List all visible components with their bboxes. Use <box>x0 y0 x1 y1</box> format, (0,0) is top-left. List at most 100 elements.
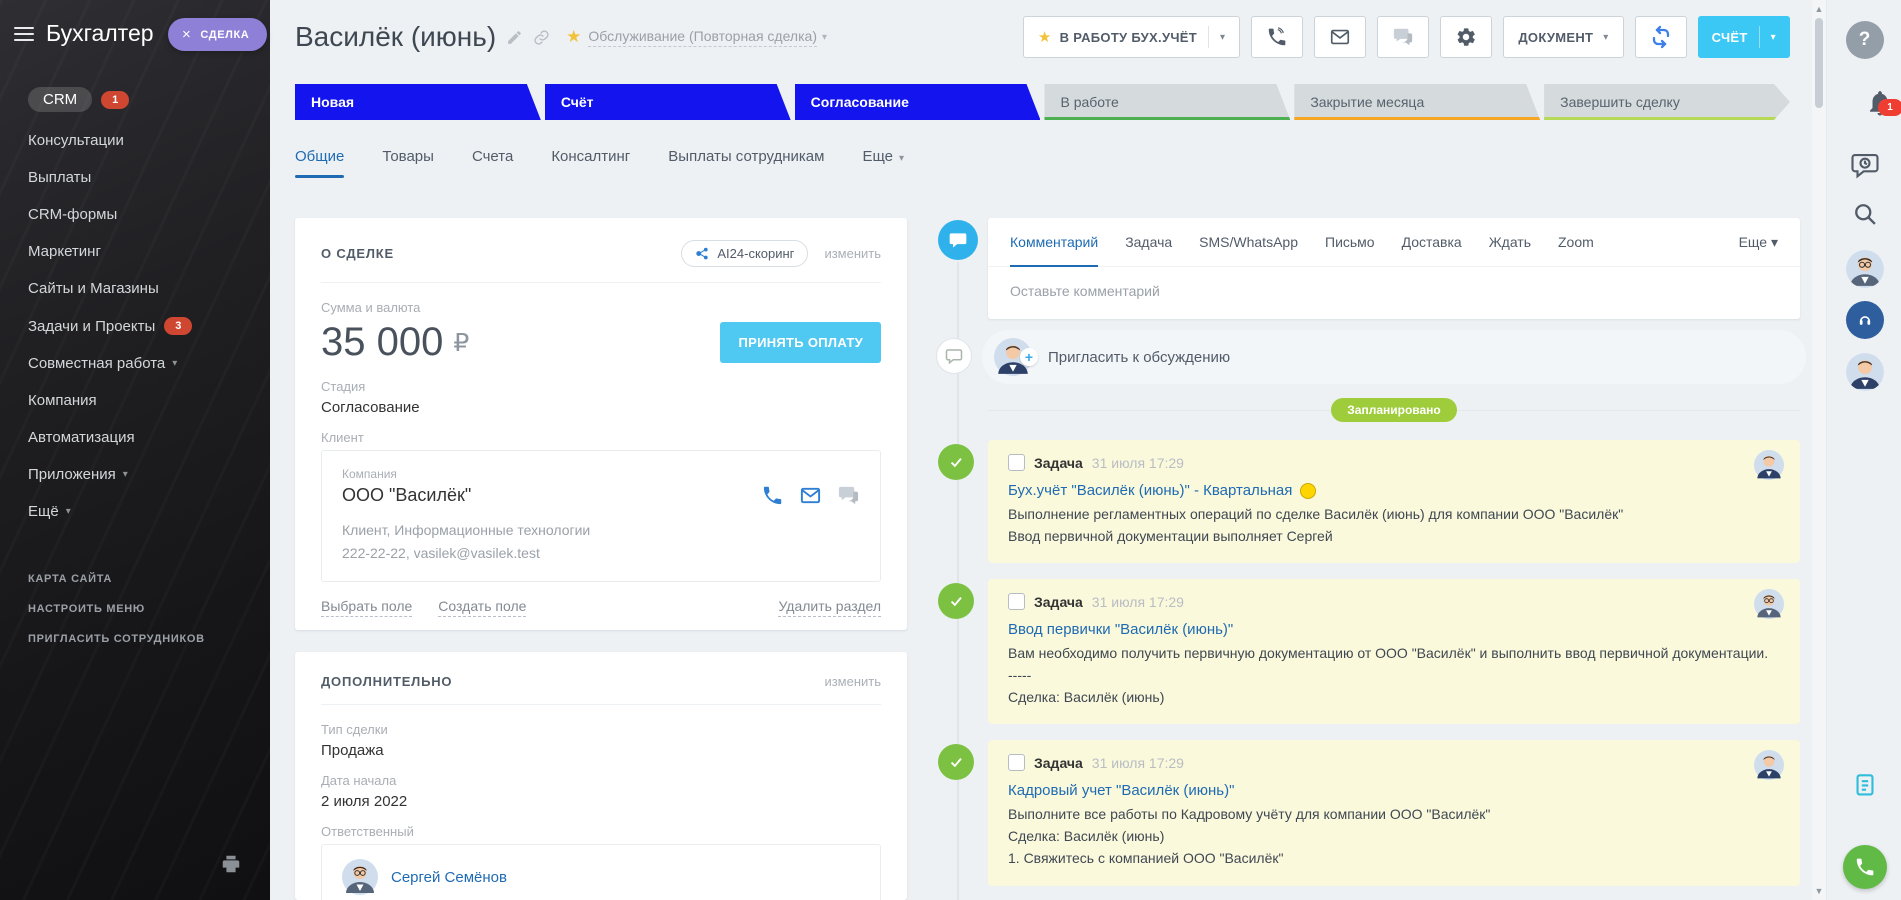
edit-title-icon[interactable] <box>506 29 523 46</box>
sidebar-item-10[interactable]: Автоматизация <box>0 419 270 456</box>
choose-field-link[interactable]: Выбрать поле <box>321 598 412 617</box>
tab-Общие[interactable]: Общие <box>295 148 344 178</box>
stage-3[interactable]: Согласование <box>795 84 1041 120</box>
avatar[interactable] <box>1754 750 1784 785</box>
sidebar-item-3[interactable]: Выплаты <box>0 159 270 196</box>
client-email-icon[interactable] <box>799 484 822 507</box>
sidebar-footer-link-2[interactable]: НАСТРОИТЬ МЕНЮ <box>0 594 270 624</box>
chat-button[interactable] <box>1377 16 1429 58</box>
task-checkbox[interactable] <box>1008 754 1025 771</box>
invite-discussion[interactable]: + Пригласить к обсуждению <box>982 330 1806 384</box>
task-checkbox[interactable] <box>1008 454 1025 471</box>
stage-1[interactable]: Новая <box>295 84 541 120</box>
primary-stage-button[interactable]: ★ В РАБОТУ БУХ.УЧЁТ ▾ <box>1023 16 1240 58</box>
chat-history-button[interactable] <box>1850 150 1880 185</box>
sidebar-item-11[interactable]: Приложения▾ <box>0 456 270 493</box>
tab-more[interactable]: Еще▾ <box>862 148 904 178</box>
settings-button[interactable] <box>1440 16 1492 58</box>
sidebar-item-2[interactable]: Консультации <box>0 122 270 159</box>
create-field-link[interactable]: Создать поле <box>438 598 526 617</box>
tasks-widget-button[interactable] <box>1849 771 1881 808</box>
task-title-link[interactable]: Ввод первички "Василёк (июнь)" <box>1008 621 1780 638</box>
sidebar-item-label: CRM <box>28 87 92 112</box>
company-name[interactable]: ООО "Василёк" <box>342 485 471 506</box>
stage-4[interactable]: В работе <box>1044 84 1290 120</box>
timeline-tab-Письмо[interactable]: Письмо <box>1325 218 1375 266</box>
deal-category[interactable]: Обслуживание (Повторная сделка) <box>588 28 817 47</box>
ai-scoring-chip[interactable]: AI24-скоринг <box>681 240 808 267</box>
sidebar-item-1[interactable]: CRM1 <box>0 77 270 122</box>
task-description-line: Выполните все работы по Кадровому учёту … <box>1008 804 1780 826</box>
client-contacts[interactable]: 222-22-22, vasilek@vasilek.test <box>342 542 860 565</box>
help-button[interactable]: ? <box>1846 21 1884 59</box>
stage-2[interactable]: Счёт <box>545 84 791 120</box>
timeline-tab-Zoom[interactable]: Zoom <box>1558 218 1594 266</box>
avatar[interactable] <box>1846 250 1884 288</box>
chevron-down-icon[interactable]: ▾ <box>1220 32 1225 43</box>
accept-payment-button[interactable]: ПРИНЯТЬ ОПЛАТУ <box>720 322 881 363</box>
responsible-label: Ответственный <box>321 824 881 839</box>
client-chat-icon[interactable] <box>837 484 860 507</box>
app-logo[interactable]: Бухгалтер <box>46 20 154 47</box>
tab-Товары[interactable]: Товары <box>382 148 434 178</box>
stage-6[interactable]: Завершить сделку <box>1544 84 1790 120</box>
timeline-tab-SMS/WhatsApp[interactable]: SMS/WhatsApp <box>1199 218 1298 266</box>
support-avatar[interactable] <box>1846 301 1884 339</box>
sidebar-item-8[interactable]: Совместная работа▾ <box>0 345 270 382</box>
comment-input[interactable]: Оставьте комментарий <box>988 267 1800 319</box>
tab-Счета[interactable]: Счета <box>472 148 513 178</box>
timeline-tab-Комментарий[interactable]: Комментарий <box>1010 218 1098 266</box>
category-star-icon[interactable]: ★ <box>566 27 581 47</box>
delete-section-link[interactable]: Удалить раздел <box>778 598 881 617</box>
task-checkbox[interactable] <box>1008 593 1025 610</box>
call-button[interactable] <box>1251 16 1303 58</box>
stage-5[interactable]: Закрытие месяца <box>1294 84 1540 120</box>
avatar[interactable] <box>1754 589 1784 624</box>
invoice-button[interactable]: СЧЁТ ▾ <box>1698 16 1790 58</box>
header-actions: ★ В РАБОТУ БУХ.УЧЁТ ▾ ДОКУМЕНТ ▾ <box>1023 16 1790 58</box>
deal-amount[interactable]: 35 000 <box>321 320 443 365</box>
timeline-tab-Ждать[interactable]: Ждать <box>1489 218 1531 266</box>
chevron-down-icon[interactable]: ▾ <box>1771 32 1776 43</box>
tab-Выплаты сотрудникам[interactable]: Выплаты сотрудникам <box>668 148 824 178</box>
document-button[interactable]: ДОКУМЕНТ ▾ <box>1503 16 1623 58</box>
sidebar-footer-link-1[interactable]: КАРТА САЙТА <box>0 564 270 594</box>
deal-chip[interactable]: × СДЕЛКА <box>168 18 267 51</box>
scroll-up-icon[interactable]: ▲ <box>1812 4 1826 14</box>
sidebar-item-12[interactable]: Ещё▾ <box>0 493 270 530</box>
client-call-icon[interactable] <box>761 484 784 507</box>
client-type: Клиент, Информационные технологии <box>342 519 860 542</box>
sidebar-item-7[interactable]: Задачи и Проекты3 <box>0 307 270 345</box>
scrollbar-thumb[interactable] <box>1815 18 1823 108</box>
link-icon[interactable] <box>533 29 550 46</box>
sidebar-item-9[interactable]: Компания <box>0 382 270 419</box>
avatar[interactable] <box>1754 450 1784 485</box>
stage-value[interactable]: Согласование <box>321 399 881 416</box>
task-title-link[interactable]: Кадровый учет "Василёк (июнь)" <box>1008 782 1780 799</box>
responsible-name[interactable]: Сергей Семёнов <box>391 869 507 886</box>
tab-Консалтинг[interactable]: Консалтинг <box>551 148 630 178</box>
sidebar-item-6[interactable]: Сайты и Магазины <box>0 270 270 307</box>
sidebar-item-4[interactable]: CRM-формы <box>0 196 270 233</box>
scroll-down-icon[interactable]: ▼ <box>1812 886 1826 896</box>
chevron-down-icon: ▾ <box>1771 234 1778 250</box>
automation-button[interactable] <box>1635 16 1687 58</box>
notifications-button[interactable]: 1 <box>1865 105 1895 122</box>
stage-label: Закрытие месяца <box>1310 94 1424 110</box>
timeline-tab-more[interactable]: Еще ▾ <box>1739 234 1778 251</box>
search-button[interactable] <box>1851 200 1879 233</box>
timeline-tab-Задача[interactable]: Задача <box>1125 218 1172 266</box>
telephony-button[interactable] <box>1843 845 1887 889</box>
sidebar-footer-link-3[interactable]: ПРИГЛАСИТЬ СОТРУДНИКОВ <box>0 624 270 654</box>
vertical-scrollbar[interactable]: ▲ ▼ <box>1812 0 1826 900</box>
task-title-link[interactable]: Бух.учёт "Василёк (июнь)" - Квартальная <box>1008 482 1780 499</box>
avatar[interactable] <box>1846 353 1884 391</box>
menu-hamburger-icon[interactable] <box>14 27 34 41</box>
sidebar-item-5[interactable]: Маркетинг <box>0 233 270 270</box>
edit-section-link[interactable]: изменить <box>824 674 881 689</box>
edit-section-link[interactable]: изменить <box>824 246 881 261</box>
close-icon[interactable]: × <box>182 26 191 43</box>
printer-icon[interactable] <box>220 853 242 880</box>
email-button[interactable] <box>1314 16 1366 58</box>
timeline-tab-Доставка[interactable]: Доставка <box>1402 218 1462 266</box>
